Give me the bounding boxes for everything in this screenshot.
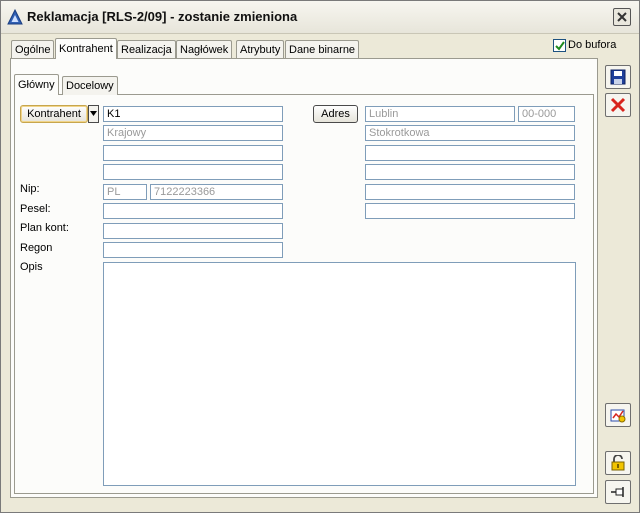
pin-icon (611, 487, 624, 497)
do-bufora-label: Do bufora (568, 39, 617, 51)
unlock-icon (611, 455, 625, 471)
cancel-icon (610, 97, 626, 113)
title-bar: Reklamacja [RLS-2/09] - zostanie zmienio… (1, 1, 639, 34)
nazwa-line4-field[interactable] (103, 164, 283, 180)
nip-label: Nip: (20, 183, 40, 195)
pesel-label: Pesel: (20, 203, 51, 215)
pin-button[interactable] (605, 480, 631, 504)
kod-pocztowy-field[interactable]: 00-000 (518, 106, 575, 122)
history-icon (610, 409, 626, 423)
history-button[interactable] (605, 403, 631, 427)
kontrahent-button[interactable]: Kontrahent (20, 105, 88, 123)
save-button[interactable] (605, 65, 631, 89)
opis-textarea[interactable] (103, 262, 576, 486)
pesel-field[interactable] (103, 203, 283, 219)
tab-atrybuty[interactable]: Atrybuty (236, 40, 285, 59)
subtab-docelowy[interactable]: Docelowy (62, 76, 118, 95)
nazwa-line3-field[interactable] (103, 145, 283, 161)
tab-dane-binarne[interactable]: Dane binarne (285, 40, 360, 59)
cancel-button[interactable] (605, 93, 631, 117)
adres-line5-field[interactable] (365, 184, 575, 200)
window-title: Reklamacja [RLS-2/09] - zostanie zmienio… (27, 9, 298, 24)
nip-field[interactable]: 7122223366 (150, 184, 283, 200)
do-bufora-checkbox[interactable] (553, 39, 566, 52)
typ-field[interactable]: Krajowy (103, 125, 283, 141)
adres-line3-field[interactable] (365, 145, 575, 161)
tab-realizacja[interactable]: Realizacja (117, 40, 176, 59)
adres-button[interactable]: Adres (313, 105, 358, 123)
opis-label: Opis (20, 261, 43, 273)
kontrahent-dropdown-button[interactable] (88, 105, 99, 123)
subtab-glowny[interactable]: Główny (14, 74, 59, 95)
unlock-button[interactable] (605, 451, 631, 475)
ulica-field[interactable]: Stokrotkowa (365, 125, 575, 141)
tab-kontrahent[interactable]: Kontrahent (55, 38, 117, 59)
nip-prefix-field[interactable]: PL (103, 184, 147, 200)
tab-ogolne[interactable]: Ogólne (11, 40, 55, 59)
regon-field[interactable] (103, 242, 283, 258)
regon-label: Regon (20, 242, 53, 254)
tab-naglowek[interactable]: Nagłówek (176, 40, 233, 59)
miasto-field[interactable]: Lublin (365, 106, 515, 122)
close-icon (617, 12, 627, 22)
plan-kont-field[interactable] (103, 223, 283, 239)
adres-line6-field[interactable] (365, 203, 575, 219)
adres-line4-field[interactable] (365, 164, 575, 180)
app-triangle-icon (7, 9, 23, 25)
reklamacja-window: Reklamacja [RLS-2/09] - zostanie zmienio… (0, 0, 640, 513)
save-icon (610, 69, 626, 85)
chevron-down-icon (90, 111, 97, 116)
close-button[interactable] (613, 8, 631, 26)
checkmark-icon (555, 41, 565, 51)
plan-kont-label: Plan kont: (20, 222, 69, 234)
akronim-field[interactable]: K1 (103, 106, 283, 122)
